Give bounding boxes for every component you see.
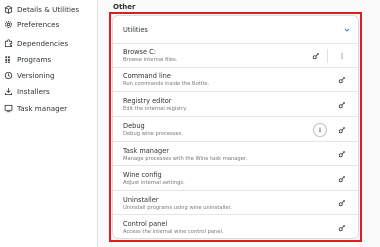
grid-icon [4,55,13,64]
download-icon [4,87,13,96]
sidebar-item-label: Dependencies [17,38,69,48]
sidebar-item-label: Versioning [17,70,55,80]
sidebar: Details & Utilities Preferences Dependen… [0,0,98,247]
highlight-box [109,12,362,242]
package-icon [4,5,13,14]
section-title: Other [113,3,136,11]
puzzle-icon [4,38,13,48]
sidebar-item-preferences[interactable]: Preferences [0,15,98,33]
main-content: Other Utilities Browse C: Browse interna… [99,0,380,247]
sidebar-item-label: Task manager [17,103,68,113]
sidebar-item-installers[interactable]: Installers [0,82,98,100]
monitor-icon [4,104,13,113]
history-icon [4,71,13,80]
sidebar-item-label: Details & Utilities [17,4,80,14]
sidebar-item-label: Preferences [17,19,60,29]
sidebar-item-label: Installers [17,86,50,96]
sidebar-item-label: Programs [17,54,52,64]
gear-icon [4,20,13,29]
sidebar-item-task-manager[interactable]: Task manager [0,99,98,117]
